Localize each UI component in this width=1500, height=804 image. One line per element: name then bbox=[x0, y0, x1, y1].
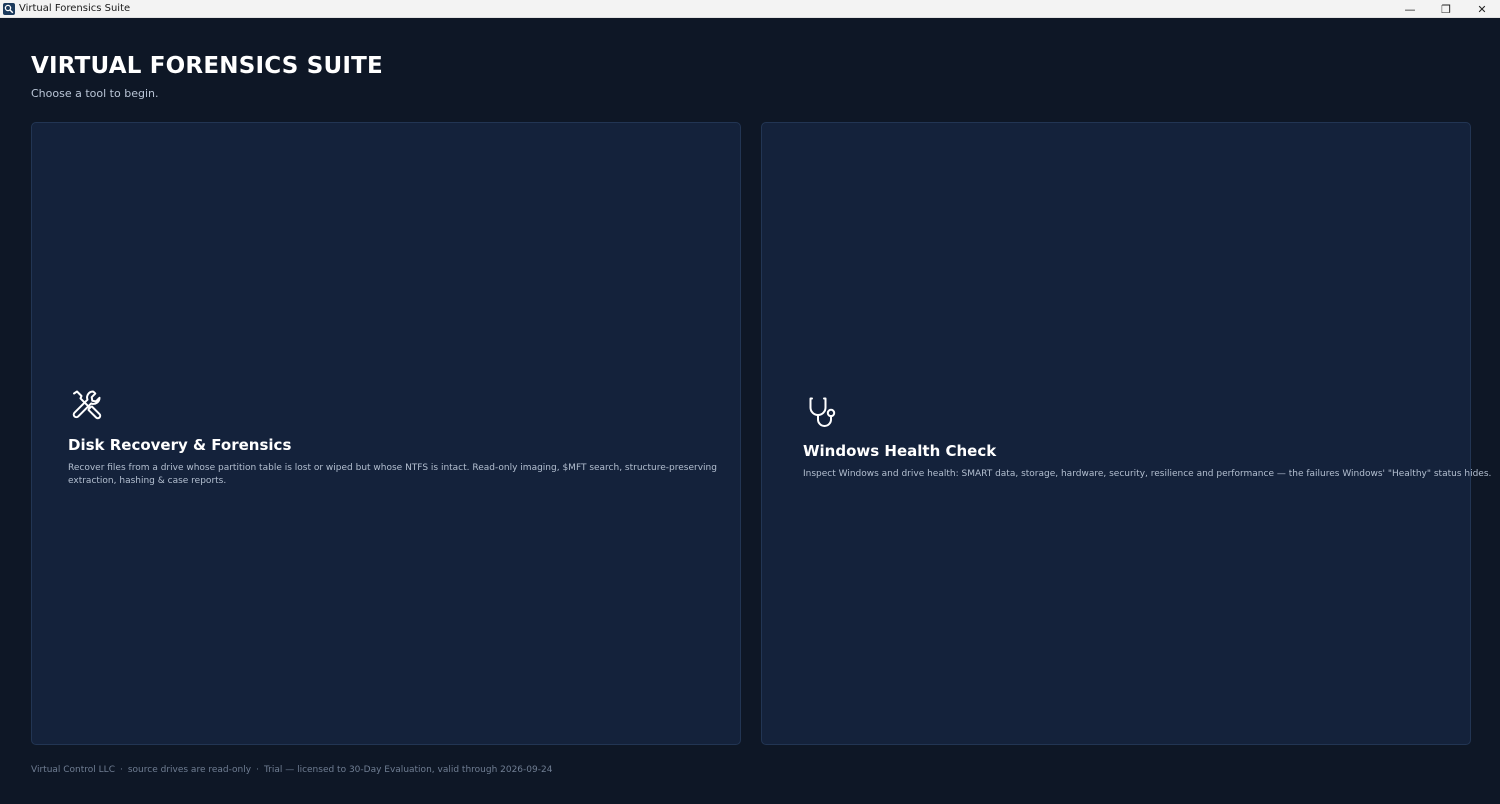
footer-separator: · bbox=[119, 765, 123, 775]
footer-separator: · bbox=[256, 765, 259, 775]
page-subtitle: Choose a tool to begin. bbox=[31, 87, 159, 100]
footer-readonly-note: source drives are read-only bbox=[127, 765, 252, 775]
close-button[interactable]: ✕ bbox=[1464, 0, 1500, 18]
window-controls: — ❐ ✕ bbox=[1392, 0, 1500, 18]
window-title: Virtual Forensics Suite bbox=[19, 3, 131, 14]
tool-card-description: Recover files from a drive whose partiti… bbox=[68, 463, 717, 486]
tools-icon bbox=[69, 387, 105, 428]
window-titlebar: Virtual Forensics Suite — ❐ ✕ bbox=[0, 0, 1500, 18]
tool-card-disk-recovery[interactable]: Disk Recovery & Forensics Recover files … bbox=[31, 122, 741, 745]
status-footer: Virtual Control LLC · source drives are … bbox=[31, 765, 552, 775]
tool-card-description: Inspect Windows and drive health: SMART … bbox=[803, 469, 1492, 479]
footer-license: Trial — licensed to 30-Day Evaluation, v… bbox=[263, 765, 553, 775]
tool-card-title: Disk Recovery & Forensics bbox=[68, 436, 292, 454]
restore-button[interactable]: ❐ bbox=[1428, 0, 1464, 18]
app-magnifier-icon bbox=[3, 2, 15, 15]
stethoscope-icon bbox=[806, 395, 842, 436]
tool-card-title: Windows Health Check bbox=[803, 442, 997, 460]
page-title: VIRTUAL FORENSICS SUITE bbox=[31, 53, 383, 79]
footer-company: Virtual Control LLC bbox=[31, 765, 115, 775]
main-content: VIRTUAL FORENSICS SUITE Choose a tool to… bbox=[0, 18, 1500, 804]
tool-card-health-check[interactable]: Windows Health Check Inspect Windows and… bbox=[761, 122, 1492, 745]
minimize-button[interactable]: — bbox=[1392, 0, 1428, 18]
